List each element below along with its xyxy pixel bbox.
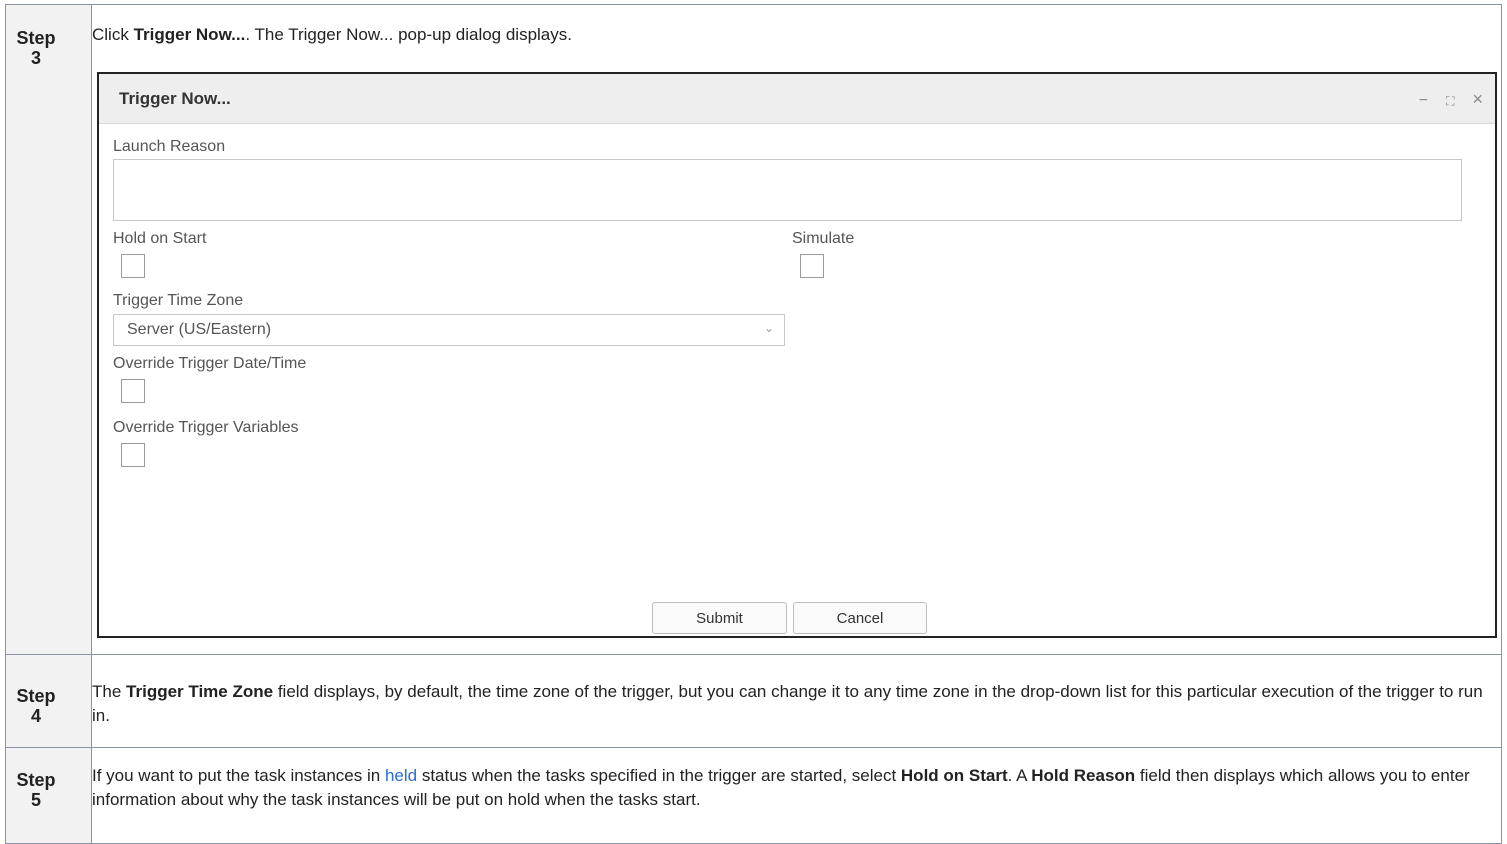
chevron-down-icon: ⌄	[763, 321, 774, 335]
minimize-icon[interactable]: −	[1419, 92, 1428, 110]
hold-on-start-label: Hold on Start	[113, 230, 207, 247]
time-zone-value: Server (US/Eastern)	[127, 321, 272, 338]
maximize-icon[interactable]: ⛶	[1446, 94, 1454, 109]
step-cell: Step 4	[5, 654, 92, 748]
step-word: Step	[16, 28, 56, 48]
simulate-checkbox[interactable]	[800, 254, 824, 278]
held-link[interactable]: held	[385, 766, 417, 785]
launch-reason-label: Launch Reason	[113, 138, 226, 155]
step-5-text: If you want to put the task instances in…	[92, 766, 1470, 809]
step-number: 3	[30, 48, 41, 68]
step-3-text: Click Trigger Now.... The Trigger Now...…	[92, 25, 572, 44]
time-zone-label: Trigger Time Zone	[113, 292, 244, 309]
step-number: 4	[30, 706, 41, 726]
step-number: 5	[30, 790, 41, 810]
simulate-label: Simulate	[792, 230, 855, 247]
override-datetime-checkbox[interactable]	[121, 379, 145, 403]
step-content: If you want to put the task instances in…	[91, 747, 1502, 844]
override-datetime-label: Override Trigger Date/Time	[113, 355, 307, 372]
submit-button[interactable]: Submit	[652, 602, 787, 634]
dialog-title: Trigger Now...	[119, 89, 231, 108]
dialog-header: Trigger Now... − ⛶ ×	[99, 74, 1495, 124]
close-icon[interactable]: ×	[1472, 89, 1483, 110]
step-content: The Trigger Time Zone field displays, by…	[91, 654, 1502, 748]
step-row-5: Step 5 If you want to put the task instan…	[5, 747, 1502, 844]
step-word: Step	[16, 686, 56, 706]
override-vars-checkbox[interactable]	[121, 443, 145, 467]
launch-reason-field[interactable]	[113, 159, 1462, 221]
step-word: Step	[16, 770, 56, 790]
step-cell: Step 3	[5, 4, 92, 655]
trigger-now-dialog: Trigger Now... − ⛶ × Launch Reason Hold on…	[97, 72, 1497, 638]
override-vars-label: Override Trigger Variables	[113, 419, 299, 436]
step-cell: Step 5	[5, 747, 92, 844]
hold-on-start-checkbox[interactable]	[121, 254, 145, 278]
dialog-window-controls: − ⛶ ×	[1401, 89, 1483, 110]
cancel-button[interactable]: Cancel	[793, 602, 927, 634]
step-4-text: The Trigger Time Zone field displays, by…	[92, 682, 1483, 725]
time-zone-select[interactable]: Server (US/Eastern) ⌄	[113, 314, 785, 346]
step-row-4: Step 4 The Trigger Time Zone field displa…	[5, 654, 1502, 748]
